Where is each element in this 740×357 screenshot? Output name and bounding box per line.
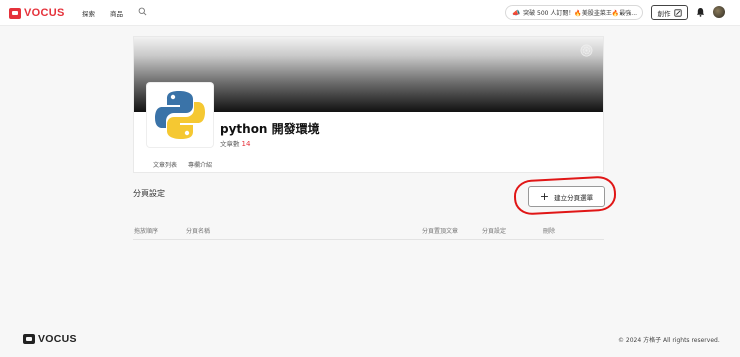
logo-text: VOCUS xyxy=(24,7,65,19)
logo-mark-icon xyxy=(9,7,21,19)
footer-logo[interactable]: VOCUS xyxy=(23,333,77,345)
article-count-value: 14 xyxy=(241,140,251,148)
article-count-label: 文章數 xyxy=(220,140,240,148)
col-delete: 刪除 xyxy=(543,228,556,235)
nav-shop[interactable]: 商品 xyxy=(110,8,123,18)
highlight-annotation xyxy=(513,175,617,216)
column-card: python 開發環境 文章數 14 文章列表 專欄介紹 xyxy=(133,36,604,173)
col-page-settings: 分頁設定 xyxy=(482,228,507,235)
column-title: python 開發環境 xyxy=(220,122,320,136)
column-thumbnail xyxy=(147,83,213,147)
section-title: 分頁設定 xyxy=(133,189,165,198)
user-avatar[interactable] xyxy=(713,6,725,18)
create-label: 創作 xyxy=(657,9,671,18)
copyright: © 2024 方格子 All rights reserved. xyxy=(618,337,720,344)
tab-column-intro[interactable]: 專欄介紹 xyxy=(188,160,212,169)
footer-logo-text: VOCUS xyxy=(38,333,77,345)
python-logo xyxy=(155,91,205,139)
vocus-logo[interactable]: VOCUS xyxy=(9,7,65,19)
top-nav: VOCUS 探索 商品 📣 突破 500 人訂閱！🔥美股韭菜王🔥最強... 創作 xyxy=(0,0,740,26)
create-button[interactable]: 創作 xyxy=(651,5,688,20)
col-drag-order: 拖放順序 xyxy=(134,228,159,235)
col-page-name: 分頁名稱 xyxy=(186,228,211,235)
col-pinned-article: 分頁置頂文章 xyxy=(422,228,459,235)
footer-logo-mark-icon xyxy=(23,334,35,344)
megaphone-icon: 📣 xyxy=(512,8,521,17)
edit-icon xyxy=(673,8,682,17)
bell-icon[interactable] xyxy=(696,7,705,17)
nav-explore[interactable]: 探索 xyxy=(82,8,95,18)
gear-icon[interactable] xyxy=(580,44,593,57)
promo-text: 突破 500 人訂閱！🔥美股韭菜王🔥最強... xyxy=(523,10,638,17)
table-header-divider xyxy=(133,239,604,240)
tab-article-list[interactable]: 文章列表 xyxy=(153,160,177,169)
article-count: 文章數 14 xyxy=(220,138,250,148)
promo-banner[interactable]: 📣 突破 500 人訂閱！🔥美股韭菜王🔥最強... xyxy=(505,5,643,20)
search-icon[interactable] xyxy=(138,7,147,16)
